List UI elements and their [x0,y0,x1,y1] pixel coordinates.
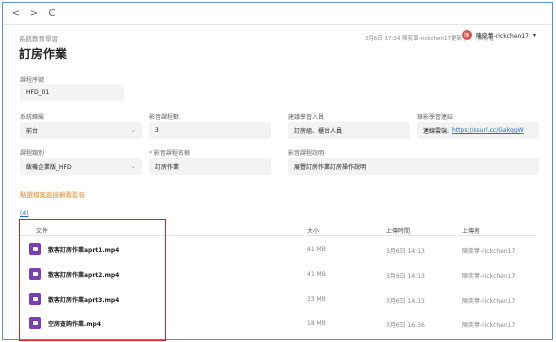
owner-name: 陳奕葦-rickchen17 [475,32,529,40]
breadcrumb[interactable]: 系統教育學習 [19,33,58,43]
updated-text: 3月6日 17:24 陳奕葦-rickchen17更新了 [364,36,468,42]
owner-selector[interactable]: 陳 陳奕葦-rickchen17 ▾ [461,30,536,40]
link-field[interactable]: 連線雲端: https://ssurl.cc/GakqgW [417,122,539,139]
category-select[interactable]: 飯機企業版_HFD ⌄ [20,158,142,175]
video-link[interactable]: https://ssurl.cc/GakqgW [452,127,524,134]
forward-icon[interactable]: > [29,8,39,19]
audience-field[interactable]: 訂房組、櫃台人員 [288,122,410,139]
header-date[interactable]: 上傳時間 [386,226,410,235]
refresh-icon[interactable]: C [47,8,57,19]
name-field[interactable]: 訂房作業 [149,158,271,175]
name-label: 影音課程名稱 [149,148,190,157]
desc-label: 影音課程說明 [288,150,325,157]
file-date: 3月6日 14:13 [386,273,425,280]
header-user[interactable]: 上傳者 [462,226,480,235]
file-user: 陳奕葦-rickchen17 [462,322,516,329]
chevron-down-icon: ⌄ [130,127,136,134]
header-size[interactable]: 大小 [307,226,319,235]
file-user: 陳奕葦-rickchen17 [462,273,516,280]
file-size: 41 MB [307,271,326,278]
system-label: 系統歸屬 [20,114,45,121]
hours-field[interactable]: 3 [149,122,271,139]
app-window: < > C 系統教育學習 訂房作業 3月6日 17:24 陳奕葦-rickche… [2,2,553,341]
file-date: 3月6日 16:36 [386,322,425,329]
category-label: 課程類別 [20,150,45,157]
file-size: 33 MB [307,296,326,303]
audience-value: 訂房組、櫃台人員 [294,128,343,135]
hours-value: 3 [155,127,159,134]
link-label: 錄影學習連結 [417,114,454,121]
course-code-field[interactable]: HFD_01 [20,84,124,101]
browser-toolbar: < > C [3,3,552,25]
page-title: 訂房作業 [19,47,68,61]
file-user: 陳奕葦-rickchen17 [462,248,516,255]
avatar: 陳 [461,30,472,40]
link-prefix: 連線雲端: [423,128,450,135]
course-code-value: HFD_01 [26,89,50,96]
back-icon[interactable]: < [11,8,21,19]
system-value: 前台 [26,128,39,135]
category-value: 飯機企業版_HFD [26,164,72,171]
hours-label: 影音課程數 [149,114,180,121]
file-user: 陳奕葦-rickchen17 [462,298,516,305]
course-code-label: 課程序號 [20,77,45,84]
desc-value: 展豐訂房作業訂房操作說明 [294,164,367,171]
chevron-down-icon: ⌄ [130,163,136,170]
audience-label: 建議學習人員 [288,114,325,121]
system-select[interactable]: 前台 ⌄ [20,122,142,139]
desc-field[interactable]: 展豐訂房作業訂房操作說明 [288,158,539,175]
file-date: 3月6日 14:13 [386,298,425,305]
file-size: 41 MB [307,246,326,253]
watch-video-link[interactable]: 點選檔案直接觀看影音 [20,189,85,199]
chevron-down-icon: ▾ [532,31,536,39]
file-size: 18 MB [307,320,326,327]
file-count[interactable]: (4) [20,210,29,217]
file-date: 3月6日 14:13 [386,248,425,255]
highlight-box [19,219,166,341]
name-value: 訂房作業 [155,164,180,171]
